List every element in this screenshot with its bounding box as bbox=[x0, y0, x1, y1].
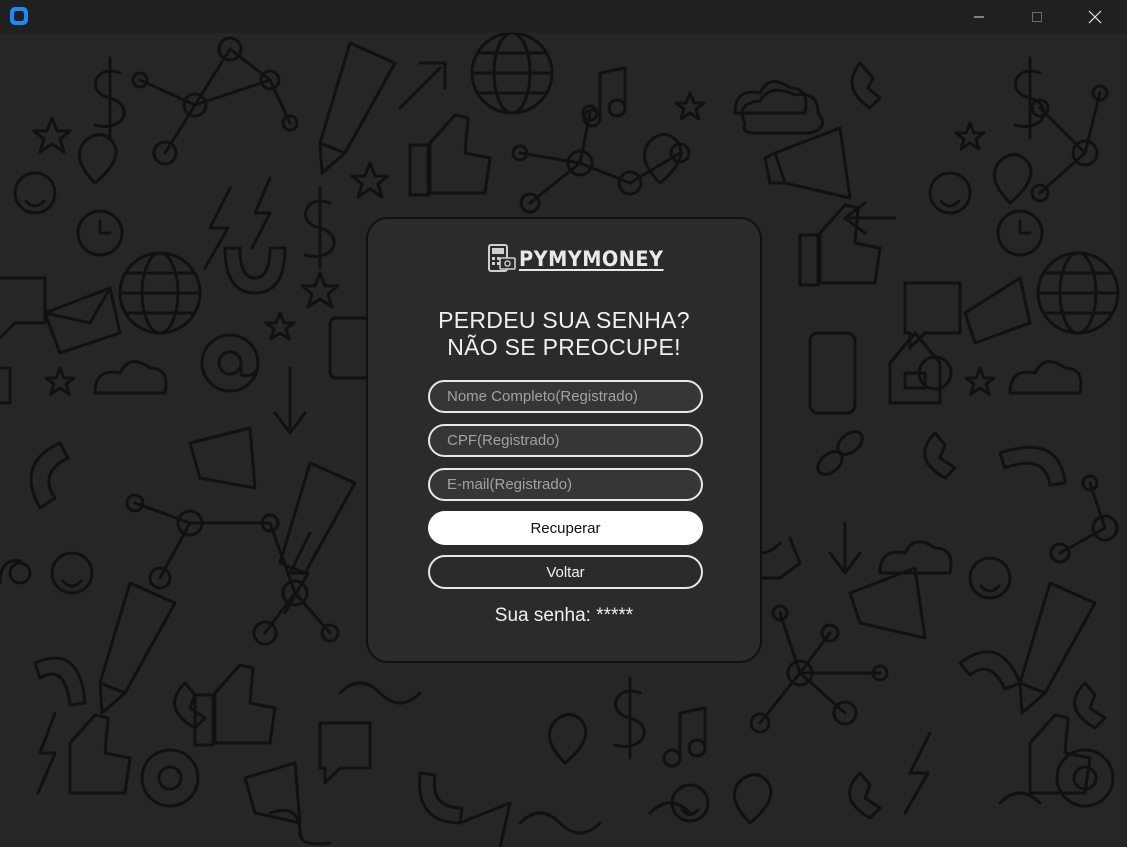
password-result: Sua senha: ***** bbox=[368, 605, 760, 627]
minimize-button[interactable] bbox=[950, 0, 1008, 33]
recover-button-label: Recuperar bbox=[530, 519, 601, 537]
recover-button[interactable]: Recuperar bbox=[428, 511, 703, 545]
heading-line-1: PERDEU SUA SENHA? bbox=[438, 307, 690, 333]
password-result-value: ***** bbox=[596, 605, 634, 626]
recovery-card: PYMYMONEY PERDEU SUA SENHA? NÃO SE PREOC… bbox=[366, 217, 762, 663]
maximize-button[interactable] bbox=[1008, 0, 1066, 33]
close-button[interactable] bbox=[1066, 0, 1124, 33]
title-bar bbox=[0, 0, 1127, 33]
back-button[interactable]: Voltar bbox=[428, 555, 703, 589]
logo-text: PYMYMONEY bbox=[519, 247, 664, 271]
link-icon bbox=[816, 430, 864, 476]
password-result-label: Sua senha: bbox=[494, 605, 591, 626]
maximize-icon bbox=[1032, 11, 1042, 22]
full-name-input[interactable] bbox=[428, 380, 703, 413]
app-icon bbox=[10, 7, 28, 25]
close-icon bbox=[1088, 10, 1102, 23]
minimize-icon bbox=[974, 16, 984, 17]
page-heading: PERDEU SUA SENHA? NÃO SE PREOCUPE! bbox=[368, 307, 760, 361]
cpf-input[interactable] bbox=[428, 424, 703, 457]
money-calculator-icon bbox=[488, 244, 516, 272]
app-window: PYMYMONEY PERDEU SUA SENHA? NÃO SE PREOC… bbox=[0, 0, 1127, 847]
back-button-label: Voltar bbox=[546, 563, 585, 581]
heading-line-2: NÃO SE PREOCUPE! bbox=[447, 334, 681, 360]
email-input[interactable] bbox=[428, 468, 703, 501]
app-logo: PYMYMONEY bbox=[488, 243, 676, 275]
